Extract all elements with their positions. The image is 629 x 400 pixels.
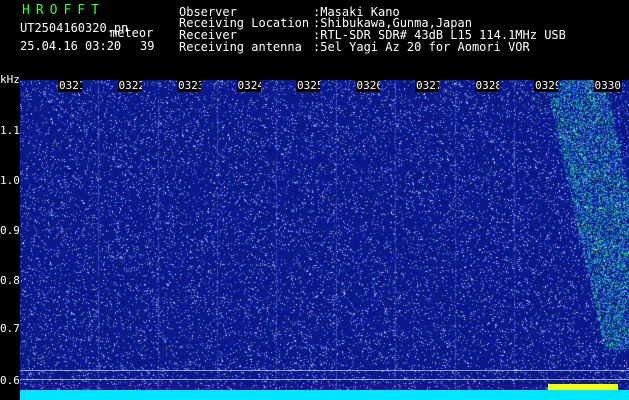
y-tick-label: 0.6	[0, 374, 20, 387]
x-tick-label: 0325	[296, 80, 320, 92]
x-tick-label: 0328	[474, 80, 499, 92]
spectrogram-area	[20, 80, 629, 391]
datetime-label: 25.04.16 03:20	[20, 39, 122, 53]
y-tick-label: 0.8	[0, 274, 20, 287]
app-brand: HROFFT	[22, 3, 105, 18]
y-tick-label: 1.0	[0, 174, 20, 187]
x-tick-label: 0322	[117, 80, 142, 92]
x-tick-label: 0330	[593, 79, 622, 92]
antenna-value: :5el Yagi Az 20 for Aomori VOR	[313, 40, 530, 54]
x-tick-label: 0323	[177, 80, 201, 92]
y-tick-label: 0.7	[0, 322, 20, 335]
y-tick-label: 0.9	[0, 224, 20, 237]
x-tick-label: 0326	[355, 80, 380, 92]
count-label: 39	[140, 39, 155, 53]
y-axis-unit: kHz	[0, 73, 20, 86]
spectrogram-canvas	[20, 80, 629, 391]
reference-line-upper	[20, 370, 629, 371]
y-tick-label: 1.1	[0, 124, 20, 137]
antenna-label: Receiving antenna	[179, 40, 302, 54]
x-tick-label: 0321	[58, 80, 82, 92]
x-tick-label: 0329	[534, 80, 558, 92]
x-tick-label: 0324	[236, 80, 261, 92]
signal-level-baseline	[20, 390, 629, 400]
reference-line-lower	[20, 379, 629, 380]
x-tick-label: 0327	[415, 80, 439, 92]
